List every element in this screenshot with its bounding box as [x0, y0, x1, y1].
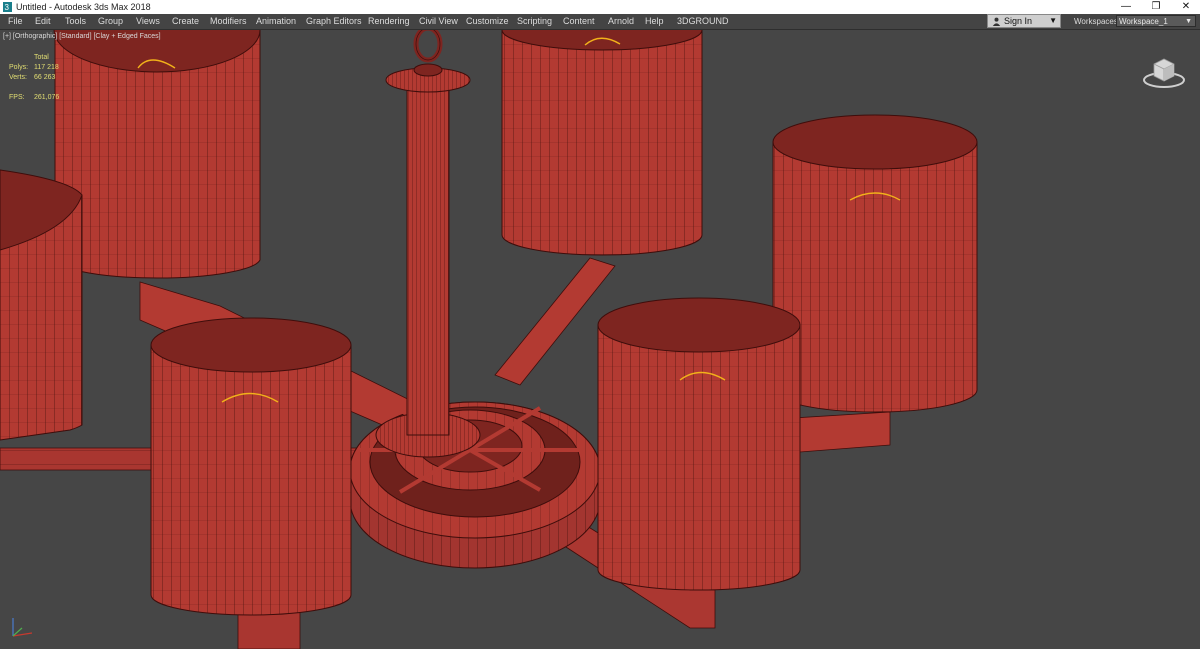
menu-create[interactable]: Create: [172, 14, 199, 29]
stats-verts-value: 66 263: [34, 74, 56, 81]
menu-arnold[interactable]: Arnold: [608, 14, 634, 29]
workspace-select[interactable]: Workspace_1 ▼: [1116, 15, 1196, 27]
stats-verts-label: Verts:: [9, 74, 27, 81]
lamp-shade-back-center: [501, 30, 703, 256]
stats-spacer: [9, 83, 79, 93]
3ds-max-logo-icon: 3: [3, 2, 12, 12]
lamp-shade-back-left: [53, 30, 261, 279]
menu-content[interactable]: Content: [563, 14, 595, 29]
stats-total-label: Total: [34, 54, 49, 61]
menu-civil-view[interactable]: Civil View: [419, 14, 458, 29]
viewcube-icon[interactable]: [1140, 50, 1188, 90]
menu-graph-editors[interactable]: Graph Editors: [306, 14, 362, 29]
svg-text:3: 3: [5, 3, 10, 12]
chevron-down-icon: ▼: [1185, 18, 1192, 25]
menu-edit[interactable]: Edit: [35, 14, 51, 29]
menu-scripting[interactable]: Scripting: [517, 14, 552, 29]
lamp-shade-front-left: [150, 317, 352, 616]
menu-rendering[interactable]: Rendering: [368, 14, 410, 29]
maximize-button[interactable]: ❐: [1142, 0, 1170, 14]
title-bar: 3 Untitled - Autodesk 3ds Max 2018 — ❐ ✕: [0, 0, 1200, 14]
menu-group[interactable]: Group: [98, 14, 123, 29]
minimize-button[interactable]: —: [1112, 0, 1140, 14]
sign-in-label: Sign In: [1004, 16, 1033, 26]
workspace-value: Workspace_1: [1119, 17, 1168, 26]
stats-polys-label: Polys:: [9, 64, 29, 71]
stats-polys-row: Polys: 117 218: [9, 63, 79, 73]
menu-tools[interactable]: Tools: [65, 14, 86, 29]
chandelier-model: [0, 30, 978, 649]
chevron-down-icon: ▼: [1049, 16, 1057, 25]
statistics-overlay: Total Polys: 117 218 Verts: 66 263 FPS: 261…: [9, 53, 79, 103]
stats-fps-value: 261,076: [34, 94, 60, 101]
viewport-label[interactable]: [+] [Orthographic] [Standard] [Clay + Ed…: [3, 33, 161, 40]
stats-fps-row: FPS: 261,076: [9, 93, 79, 103]
menu-modifiers[interactable]: Modifiers: [210, 14, 247, 29]
menu-file[interactable]: File: [8, 14, 23, 29]
window-title: Untitled - Autodesk 3ds Max 2018: [16, 2, 151, 12]
menu-views[interactable]: Views: [136, 14, 160, 29]
lamp-shade-far-left: [0, 169, 83, 441]
perspective-viewport[interactable]: [+] [Orthographic] [Standard] [Clay + Ed…: [0, 30, 1200, 649]
axis-tripod-icon: [12, 618, 33, 637]
close-button[interactable]: ✕: [1172, 0, 1200, 14]
person-icon: [992, 17, 1001, 26]
menu-customize[interactable]: Customize: [466, 14, 509, 29]
sign-in-dropdown[interactable]: Sign In ▼: [987, 14, 1061, 28]
lamp-shade-front-right: [597, 297, 801, 591]
menu-animation[interactable]: Animation: [256, 14, 296, 29]
center-rod: [385, 30, 471, 436]
workspaces-label: Workspaces:: [1074, 17, 1121, 26]
stats-total-row: Total: [9, 53, 79, 63]
center-ring: [349, 401, 601, 569]
lamp-shade-right: [772, 114, 978, 413]
stats-verts-row: Verts: 66 263: [9, 73, 79, 83]
menu-3dground[interactable]: 3DGROUND: [677, 14, 729, 29]
stats-polys-value: 117 218: [34, 64, 59, 71]
menu-help[interactable]: Help: [645, 14, 664, 29]
stats-fps-label: FPS:: [9, 94, 25, 101]
